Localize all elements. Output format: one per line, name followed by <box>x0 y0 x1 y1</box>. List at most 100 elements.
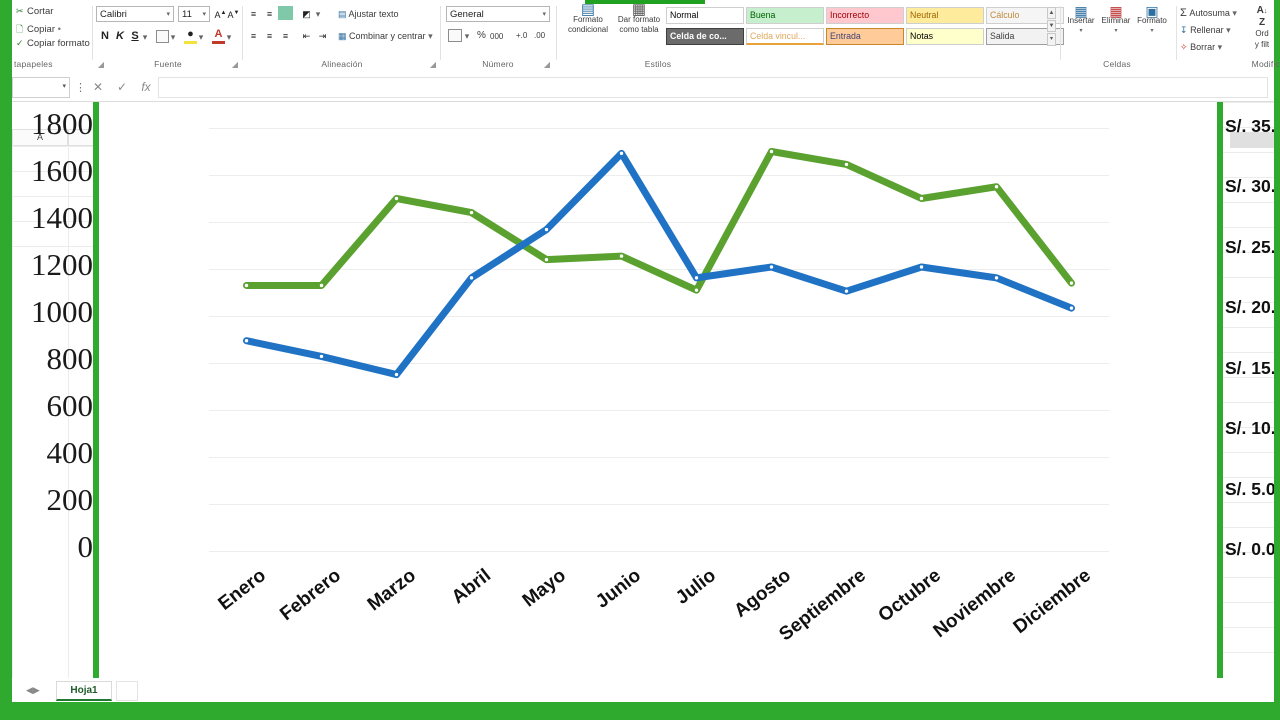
style-cell-normal[interactable]: Normal <box>666 7 744 24</box>
delete-icon: ▦ <box>1109 3 1123 19</box>
format-as-table-label: Dar formato como tabla <box>617 15 661 34</box>
style-cell-celda-vinculada[interactable]: Celda vincul... <box>746 28 824 45</box>
chart-object[interactable]: 1800 1600 1400 1200 1000 800 600 400 200 0 S/. 35… <box>31 102 1274 690</box>
styles-more[interactable]: ▾ <box>1047 33 1056 46</box>
align-right-button[interactable]: ≡ <box>278 29 293 44</box>
wrap-text-button[interactable]: ▤ Ajustar texto <box>338 8 399 20</box>
fill-label: Rellenar <box>1190 25 1224 35</box>
delete-cells-button[interactable]: ▦ Eliminar ▾ <box>1099 3 1133 36</box>
style-cell-entrada[interactable]: Entrada <box>826 28 904 45</box>
orientation-dropdown[interactable]: ▾ <box>314 7 322 22</box>
merge-center-button[interactable]: ▦ Combinar y centrar ▾ <box>338 30 433 42</box>
cancel-entry-button[interactable]: ✕ <box>90 80 106 94</box>
chart-data-point <box>693 275 700 281</box>
decrease-decimal-button[interactable]: .00 <box>534 30 545 42</box>
worksheet-grid[interactable]: A B 180016001400120010008006004002000 S/… <box>12 102 1274 690</box>
font-dialog-launcher[interactable]: ◢ <box>232 60 238 69</box>
confirm-entry-button[interactable]: ✓ <box>114 80 130 94</box>
clear-button[interactable]: ✧ Borrar ▾ <box>1180 41 1222 53</box>
y-axis-left-tick: 1000 <box>31 294 93 329</box>
fill-color-button[interactable]: ● <box>184 27 197 42</box>
format-painter-button[interactable]: ✓ Copiar formato <box>16 38 90 49</box>
insert-function-button[interactable]: fx <box>138 80 154 94</box>
ribbon-left-edge <box>0 0 12 75</box>
chart-data-point <box>1068 280 1075 286</box>
align-left-button[interactable]: ≡ <box>246 29 261 44</box>
borders-dropdown[interactable]: ▾ <box>169 30 177 45</box>
merge-icon: ▦ <box>338 31 347 41</box>
chevron-down-icon: ▾ <box>1226 25 1231 35</box>
percent-format-button[interactable]: % <box>477 30 486 42</box>
currency-dropdown[interactable]: ▾ <box>463 29 471 44</box>
orientation-icon[interactable]: ◩ <box>299 7 314 22</box>
font-color-dropdown[interactable]: ▾ <box>225 30 233 45</box>
font-size-value: 11 <box>182 9 192 20</box>
align-center-button[interactable]: ≡ <box>262 29 277 44</box>
chart-data-point <box>543 256 550 263</box>
style-cell-notas[interactable]: Notas <box>906 28 984 45</box>
underline-button[interactable]: S <box>128 29 142 44</box>
align-top-button[interactable]: ≡ <box>246 7 261 22</box>
fill-color-dropdown[interactable]: ▾ <box>197 30 205 45</box>
bold-button[interactable]: N <box>98 29 112 44</box>
insert-cells-button[interactable]: ▦ Insertar ▾ <box>1064 4 1098 36</box>
add-sheet-button[interactable] <box>116 681 138 701</box>
format-as-table-button[interactable]: ▦ Dar formato como tabla <box>616 2 662 35</box>
font-family-combo[interactable]: Calibri ▾ <box>96 6 174 22</box>
format-cells-button[interactable]: ▣ Formato ▾ <box>1134 4 1170 36</box>
x-axis-tick-label: Enero <box>214 565 270 615</box>
font-color-bar <box>212 41 225 44</box>
decrease-font-size-button[interactable]: A▼ <box>227 6 240 23</box>
comma-format-button[interactable]: 000 <box>490 31 503 43</box>
increase-indent-button[interactable]: ⇥ <box>315 29 330 44</box>
chart-data-point <box>993 184 1000 190</box>
sheet-nav-icon[interactable]: ◀▶ <box>26 685 40 696</box>
merge-center-label: Combinar y centrar <box>349 31 426 41</box>
cut-button[interactable]: ✂ Cortar <box>16 6 53 17</box>
formula-bar-expand-handle[interactable]: ⋮ <box>75 81 86 94</box>
style-cell-buena[interactable]: Buena <box>746 7 824 24</box>
style-cell-celda-comprobacion[interactable]: Celda de co... <box>666 28 744 45</box>
chart-data-point <box>243 282 250 289</box>
chevron-down-icon: ▾ <box>428 31 433 41</box>
underline-dropdown[interactable]: ▾ <box>141 30 149 45</box>
group-label-clipboard: tapapeles <box>14 59 53 69</box>
chart-data-point <box>618 150 625 157</box>
decrease-indent-button[interactable]: ⇤ <box>299 29 314 44</box>
y-axis-right-tick: S/. 20.00 <box>1225 297 1274 318</box>
sort-filter-button[interactable]: A↓ Z Ord y filt <box>1244 5 1280 50</box>
group-styles: ▤ Formato condicional ▦ Dar formato como… <box>558 2 1064 71</box>
styles-scroll-up[interactable]: ▲ <box>1047 7 1056 19</box>
name-box[interactable]: ▾ <box>12 77 70 98</box>
align-bottom-button[interactable] <box>278 6 293 20</box>
font-size-combo[interactable]: 11 ▾ <box>178 6 210 22</box>
y-axis-right-tick: S/. 35.00 <box>1225 116 1274 136</box>
window-left-edge <box>0 75 12 720</box>
x-axis-tick-label: Noviembre <box>929 565 1020 643</box>
align-middle-button[interactable]: ≡ <box>262 7 277 22</box>
divider <box>242 6 243 60</box>
increase-font-size-button[interactable]: A▲ <box>214 6 227 23</box>
italic-button[interactable]: K <box>113 29 127 44</box>
style-cell-incorrecto[interactable]: Incorrecto <box>826 7 904 24</box>
style-cell-neutral[interactable]: Neutral <box>906 7 984 24</box>
autosum-button[interactable]: Σ Autosuma ▾ <box>1180 7 1237 19</box>
formula-input[interactable] <box>158 77 1268 98</box>
number-format-combo[interactable]: General ▾ <box>446 6 550 22</box>
styles-scroll-down[interactable]: ▼ <box>1047 20 1056 32</box>
divider <box>1176 6 1177 60</box>
currency-format-button[interactable] <box>448 29 462 42</box>
y-axis-left-tick: 1400 <box>31 200 93 235</box>
font-color-button[interactable]: A <box>212 27 225 42</box>
fill-button[interactable]: ↧ Rellenar ▾ <box>1180 24 1231 36</box>
copy-button[interactable]: 🗋 Copiar • <box>16 22 61 38</box>
x-axis-tick-label: Abril <box>447 565 495 609</box>
y-axis-left-tick: 400 <box>46 435 94 470</box>
chevron-down-icon: ▾ <box>1079 28 1083 34</box>
sheet-tab-hoja1[interactable]: Hoja1 <box>56 681 112 701</box>
eraser-icon: ✧ <box>1180 42 1188 52</box>
borders-icon[interactable] <box>156 30 169 43</box>
conditional-format-button[interactable]: ▤ Formato condicional <box>564 2 612 35</box>
increase-decimal-button[interactable]: +.0 <box>516 30 527 42</box>
y-axis-right-tick: S/. 10.00 <box>1225 418 1274 439</box>
